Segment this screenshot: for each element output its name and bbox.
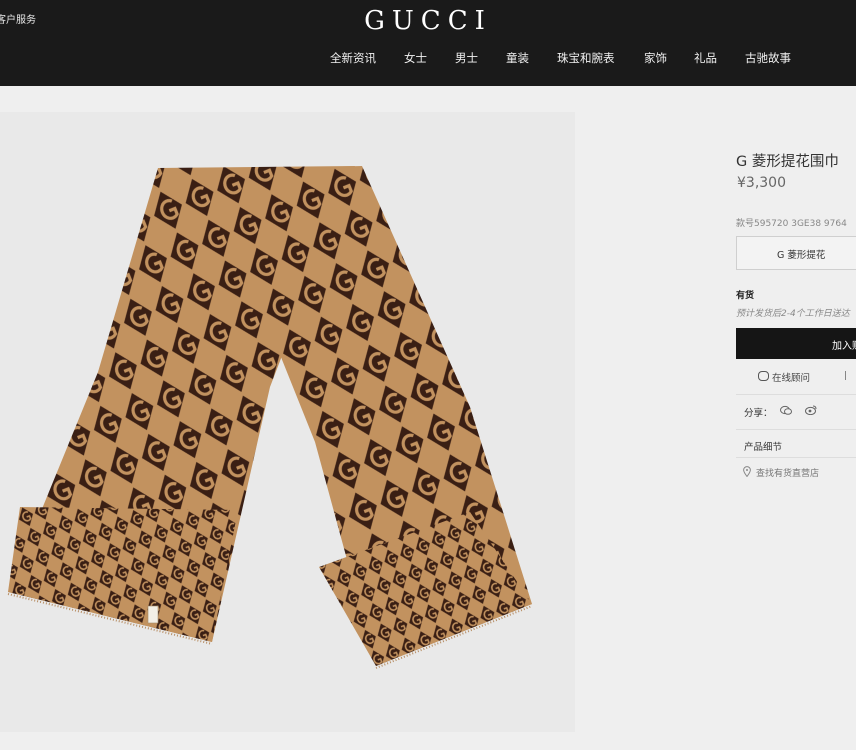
scarf-image [7, 166, 533, 669]
stock-status: 有货 [736, 291, 755, 301]
store-finder-link[interactable]: 查找有货直营店 [756, 466, 819, 479]
site-header: 客户服务 GUCCI 全新资讯 女士 男士 童装 珠宝和腕表 家饰 礼品 古驰故… [0, 0, 856, 86]
divider [736, 429, 856, 430]
product-image[interactable] [0, 112, 575, 732]
product-title: G 菱形提花围巾 [736, 154, 839, 170]
share-label: 分享： [744, 408, 773, 419]
divider [736, 457, 856, 458]
add-to-cart-button[interactable]: 加入购物袋 [736, 328, 856, 359]
divider-icon: | [844, 371, 848, 381]
location-pin-icon [743, 466, 751, 477]
nav-item-gifts[interactable]: 礼品 [694, 50, 717, 66]
wechat-icon[interactable] [780, 405, 792, 415]
product-details-link[interactable]: 产品细节 [744, 439, 782, 453]
shipping-estimate: 预计发货后2-4个工作日送达 [736, 309, 850, 319]
nav-item-men[interactable]: 男士 [455, 50, 478, 66]
variant-label: G 菱形提花 [777, 250, 826, 261]
chat-icon [758, 371, 769, 381]
weibo-icon[interactable] [805, 405, 817, 415]
product-price: ¥3,300 [737, 175, 786, 191]
variant-selector[interactable]: G 菱形提花 [736, 236, 856, 270]
main-nav: 全新资讯 女士 男士 童装 珠宝和腕表 家饰 礼品 古驰故事 [0, 50, 856, 70]
nav-item-stories[interactable]: 古驰故事 [745, 50, 791, 66]
product-sku: 款号595720 3GE38 9764 [736, 219, 847, 229]
nav-item-jewelry-watches[interactable]: 珠宝和腕表 [557, 50, 615, 66]
nav-item-decor[interactable]: 家饰 [644, 50, 667, 66]
add-to-cart-label: 加入购物袋 [832, 341, 856, 352]
online-advisor-link[interactable]: 在线顾问 [772, 370, 810, 384]
gucci-logo[interactable]: GUCCI [0, 6, 856, 36]
divider [736, 394, 856, 395]
nav-item-new[interactable]: 全新资讯 [330, 50, 376, 66]
nav-item-children[interactable]: 童装 [506, 50, 529, 66]
nav-item-women[interactable]: 女士 [404, 50, 427, 66]
